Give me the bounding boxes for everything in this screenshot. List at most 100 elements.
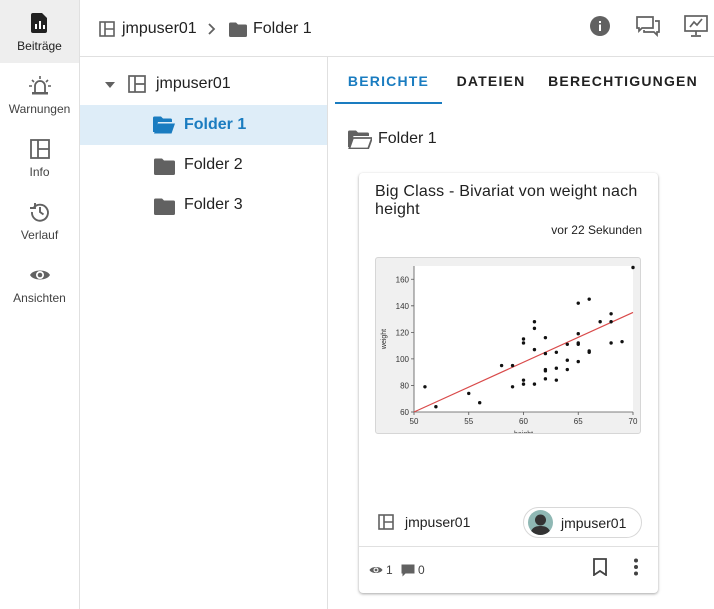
- eye-icon: [29, 264, 51, 286]
- y-tick-label: 60: [400, 408, 409, 417]
- rail-item-verlauf[interactable]: Verlauf: [0, 189, 79, 252]
- info-panel-icon: [29, 138, 51, 160]
- eye-icon: [369, 563, 383, 577]
- owner-label: jmpuser01: [405, 514, 471, 530]
- rail-label: Warnungen: [8, 102, 71, 116]
- rail-item-ansichten[interactable]: Ansichten: [0, 252, 79, 315]
- report-title[interactable]: Big Class - Bivariat von weight nach hei…: [375, 183, 645, 219]
- data-point: [510, 385, 515, 389]
- data-point: [631, 265, 635, 270]
- posts-icon: [29, 12, 51, 34]
- breadcrumb-label: Folder 1: [253, 20, 312, 37]
- comment-count-value: 0: [418, 563, 425, 577]
- data-point: [499, 363, 504, 368]
- info-button[interactable]: [587, 15, 613, 41]
- y-tick-label: 140: [396, 302, 410, 311]
- rail-item-info[interactable]: Info: [0, 126, 79, 189]
- report-thumbnail[interactable]: 60 80 100 120 140 160 50 55 60 65 70 weight height: [375, 257, 641, 434]
- report-card[interactable]: Big Class - Bivariat von weight nach hei…: [359, 173, 658, 593]
- data-point: [576, 331, 580, 336]
- folder-open-icon: [348, 128, 372, 150]
- data-point: [521, 378, 526, 382]
- breadcrumb-label: jmpuser01: [122, 20, 197, 37]
- caret-down-icon[interactable]: [104, 78, 116, 90]
- comments-icon: [636, 15, 660, 42]
- data-point: [565, 358, 569, 362]
- tree-item-folder-1[interactable]: Folder 1: [80, 105, 327, 145]
- data-point: [543, 377, 548, 381]
- tab-berechtigungen[interactable]: BERECHTIGUNGEN: [548, 57, 698, 105]
- x-tick-label: 55: [464, 417, 473, 426]
- view-count: 1: [369, 562, 393, 578]
- x-tick-label: 60: [519, 417, 528, 426]
- data-point: [576, 359, 580, 364]
- y-axis-label: weight: [381, 329, 388, 350]
- data-point: [554, 350, 559, 354]
- more-options-button[interactable]: [625, 558, 647, 580]
- breadcrumb-workspace[interactable]: jmpuser01: [98, 18, 197, 40]
- scatter-chart: 60 80 100 120 140 160 50 55 60 65 70 weight height: [381, 265, 638, 433]
- rail-item-warnungen[interactable]: Warnungen: [0, 63, 79, 126]
- folder-title: Folder 1: [378, 130, 437, 147]
- data-point: [510, 363, 515, 368]
- y-tick-label: 160: [396, 275, 410, 284]
- data-point: [620, 339, 624, 344]
- rail-item-beitraege[interactable]: Beiträge: [0, 0, 79, 63]
- data-point: [532, 382, 537, 386]
- data-point: [467, 391, 471, 396]
- tree-item-folder-3[interactable]: Folder 3: [80, 185, 327, 225]
- avatar: [528, 510, 553, 535]
- presentation-button[interactable]: [683, 14, 709, 42]
- tree-label: Folder 1: [184, 116, 247, 133]
- view-count-value: 1: [386, 563, 393, 577]
- folder-tree: jmpuser01 Folder 1 Folder 2 Folder 3: [80, 57, 328, 609]
- data-point: [609, 312, 613, 316]
- folder-open-icon: [153, 114, 175, 136]
- x-tick-label: 65: [574, 417, 583, 426]
- x-tick-label: 70: [629, 417, 638, 426]
- data-point: [532, 320, 537, 324]
- tab-berichte[interactable]: BERICHTE: [335, 57, 442, 105]
- rail-label: Beiträge: [17, 39, 62, 53]
- data-point: [565, 367, 569, 372]
- data-point: [434, 404, 438, 409]
- report-timestamp: vor 22 Sekunden: [551, 223, 642, 237]
- data-point: [543, 335, 548, 340]
- data-point: [478, 401, 482, 405]
- data-point: [521, 382, 526, 386]
- bookmark-icon: [593, 557, 607, 581]
- tree-item-workspace[interactable]: jmpuser01: [80, 64, 327, 104]
- comment-count: 0: [401, 562, 425, 578]
- y-tick-label: 100: [396, 355, 410, 364]
- data-point: [565, 342, 569, 347]
- data-point: [521, 337, 526, 341]
- y-tick-label: 80: [400, 381, 409, 390]
- data-point: [576, 301, 580, 305]
- tree-item-folder-2[interactable]: Folder 2: [80, 145, 327, 185]
- tree-label: Folder 3: [184, 196, 243, 213]
- comments-button[interactable]: [635, 15, 661, 41]
- tree-label: jmpuser01: [156, 75, 231, 92]
- data-point: [609, 341, 613, 345]
- folder-icon: [153, 155, 175, 177]
- data-point: [587, 297, 591, 301]
- active-tab-indicator: [335, 102, 442, 104]
- data-point: [543, 351, 548, 356]
- history-icon: [29, 201, 51, 223]
- chevron-right-icon: [205, 19, 219, 39]
- data-point: [543, 367, 548, 372]
- tree-label: Folder 2: [184, 156, 243, 173]
- data-point: [521, 341, 526, 345]
- user-chip[interactable]: jmpuser01: [523, 507, 642, 538]
- folder-icon: [153, 195, 175, 217]
- data-point: [609, 320, 613, 324]
- breadcrumb-folder[interactable]: Folder 1: [229, 18, 312, 40]
- tab-dateien[interactable]: DATEIEN: [448, 57, 534, 105]
- left-rail: Beiträge Warnungen Info Verlauf Ansichte…: [0, 0, 80, 609]
- data-point: [532, 326, 537, 331]
- user-chip-label: jmpuser01: [561, 514, 627, 531]
- bookmark-button[interactable]: [589, 557, 611, 581]
- rail-label: Verlauf: [20, 228, 59, 242]
- presentation-icon: [684, 14, 708, 42]
- comment-icon: [401, 563, 415, 577]
